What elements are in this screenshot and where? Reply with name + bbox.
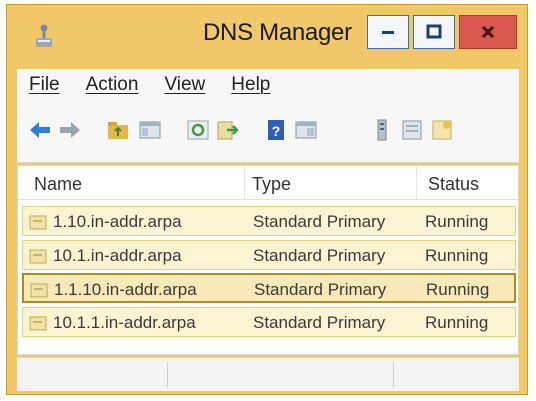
zone-file-icon	[29, 316, 47, 331]
menu-file[interactable]: File	[29, 74, 60, 96]
new-zone-icon[interactable]	[429, 117, 455, 143]
zone-file-icon	[30, 283, 48, 298]
zone-status: Running	[425, 212, 489, 231]
zone-status: Running	[425, 246, 489, 265]
zone-list: Name Type Status 1.10.in-addr.arpa Stand…	[17, 165, 519, 355]
zone-name: 1.10.in-addr.arpa	[53, 212, 182, 231]
menu-bar: File Action View Help	[17, 69, 519, 101]
column-type[interactable]: Type	[252, 174, 291, 195]
list-header: Name Type Status	[18, 166, 518, 200]
minimize-icon	[382, 31, 394, 34]
properties-icon[interactable]	[293, 117, 319, 143]
dns-manager-window: DNS Manager File Action View Help ? Name…	[6, 4, 528, 395]
window-title: DNS Manager	[203, 19, 352, 46]
zone-icon[interactable]	[399, 117, 425, 143]
server-icon[interactable]	[369, 117, 395, 143]
forward-arrow-icon[interactable]	[57, 117, 83, 143]
table-row[interactable]: 10.1.in-addr.arpa Standard Primary Runni…	[22, 240, 516, 270]
up-folder-icon[interactable]	[105, 117, 131, 143]
close-icon	[481, 25, 495, 39]
show-console-tree-icon[interactable]	[137, 117, 163, 143]
export-list-icon[interactable]	[215, 117, 241, 143]
column-divider	[416, 166, 417, 200]
menu-view[interactable]: View	[164, 74, 205, 96]
table-row[interactable]: 10.1.1.in-addr.arpa Standard Primary Run…	[22, 307, 516, 337]
table-row[interactable]: 1.10.in-addr.arpa Standard Primary Runni…	[22, 206, 516, 236]
zone-name: 10.1.in-addr.arpa	[53, 246, 182, 265]
column-divider	[244, 166, 245, 200]
status-divider	[393, 362, 394, 388]
help-icon[interactable]: ?	[263, 117, 289, 143]
table-row-selected[interactable]: 1.1.10.in-addr.arpa Standard Primary Run…	[22, 273, 516, 303]
column-status[interactable]: Status	[428, 174, 479, 195]
zone-status: Running	[425, 313, 489, 332]
svg-text:?: ?	[272, 123, 281, 139]
menu-action[interactable]: Action	[86, 74, 139, 96]
toolbar: ?	[17, 101, 519, 163]
maximize-icon	[426, 24, 442, 39]
dns-app-icon	[36, 24, 52, 47]
zone-type: Standard Primary	[253, 313, 386, 332]
status-bar	[17, 357, 519, 391]
maximize-button[interactable]	[413, 15, 455, 49]
zone-type: Standard Primary	[254, 280, 387, 299]
minimize-button[interactable]	[367, 15, 409, 49]
column-name[interactable]: Name	[34, 174, 82, 195]
zone-type: Standard Primary	[253, 246, 386, 265]
zone-file-icon	[29, 215, 47, 230]
back-arrow-icon[interactable]	[27, 117, 53, 143]
status-divider	[167, 362, 168, 388]
zone-file-icon	[29, 249, 47, 264]
zone-name: 1.1.10.in-addr.arpa	[54, 280, 197, 299]
title-bar[interactable]: DNS Manager	[7, 5, 527, 59]
menu-help[interactable]: Help	[231, 74, 270, 96]
refresh-icon[interactable]	[185, 117, 211, 143]
zone-status: Running	[426, 280, 490, 299]
close-button[interactable]	[459, 15, 517, 49]
zone-type: Standard Primary	[253, 212, 386, 231]
zone-name: 10.1.1.in-addr.arpa	[53, 313, 196, 332]
